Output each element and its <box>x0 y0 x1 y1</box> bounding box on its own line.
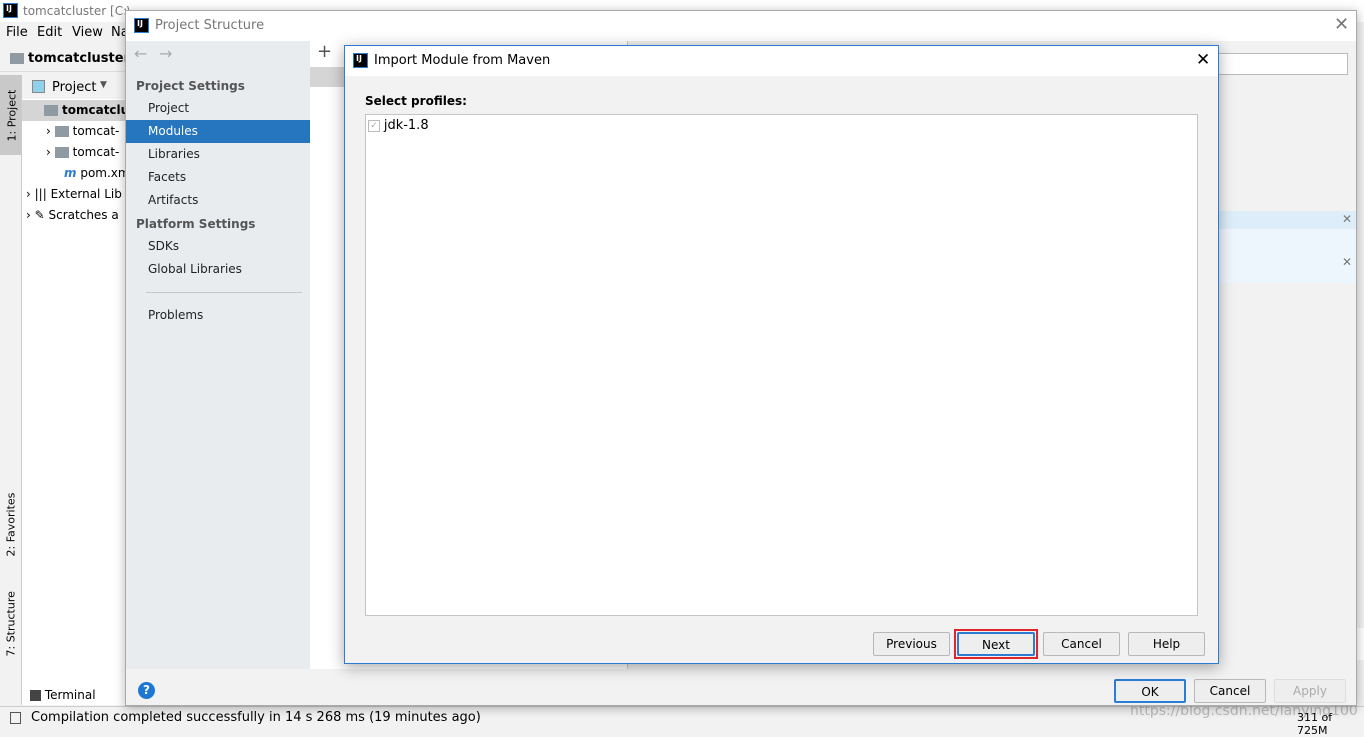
menu-edit[interactable]: Edit <box>37 25 62 40</box>
tree-item-scratches[interactable]: › ✎ Scratches a <box>26 205 119 226</box>
scratches-icon: ✎ <box>34 208 45 222</box>
chevron-down-icon: ▼ <box>100 80 107 90</box>
tree-item-module-1[interactable]: › tomcat- <box>46 121 119 142</box>
tool-window-favorites[interactable]: 2: Favorites <box>5 487 18 557</box>
breadcrumb[interactable]: tomcatcluster <box>28 51 130 66</box>
select-profiles-label: Select profiles: <box>365 94 467 108</box>
sidebar-item-project[interactable]: Project <box>126 97 310 120</box>
maven-dialog-title-bar: IJ Import Module from Maven ✕ <box>345 46 1218 76</box>
sidebar-item-sdks[interactable]: SDKs <box>126 235 310 258</box>
platform-settings-header: Platform Settings <box>136 217 256 231</box>
remove-icon[interactable]: ✕ <box>1342 255 1352 269</box>
menu-file[interactable]: File <box>6 25 28 40</box>
previous-button[interactable]: Previous <box>873 632 950 656</box>
terminal-icon <box>30 690 41 701</box>
import-maven-dialog: IJ Import Module from Maven ✕ Select pro… <box>344 45 1219 664</box>
tree-item-module-2[interactable]: › tomcat- <box>46 142 119 163</box>
dialog-title: Project Structure <box>155 18 265 33</box>
dialog-bottom-bar: ? OK Cancel Apply <box>126 669 1356 705</box>
sidebar-item-facets[interactable]: Facets <box>126 166 310 189</box>
library-icon: ||| <box>34 187 47 201</box>
sidebar-item-problems[interactable]: Problems <box>126 304 310 327</box>
maven-dialog-title: Import Module from Maven <box>374 53 551 68</box>
apply-button[interactable]: Apply <box>1274 679 1346 703</box>
tree-item-root[interactable]: tomcatclus <box>22 100 136 121</box>
project-panel: Project ▼ tomcatclus › tomcat- › tomcat-… <box>22 75 136 705</box>
add-icon[interactable]: + <box>317 41 332 62</box>
sidebar-item-global-libraries[interactable]: Global Libraries <box>126 258 310 281</box>
intellij-logo-icon: IJ <box>353 53 368 68</box>
navigation-bar: tomcatcluster <box>0 46 130 72</box>
profile-item[interactable]: ✓ jdk-1.8 <box>368 118 429 133</box>
help-icon[interactable]: ? <box>138 682 155 699</box>
module-detail-panel <box>1216 53 1348 75</box>
profile-checkbox[interactable]: ✓ <box>368 119 380 132</box>
status-icon <box>10 712 21 724</box>
remove-icon[interactable]: ✕ <box>1342 212 1352 226</box>
close-icon[interactable]: ✕ <box>1196 50 1210 70</box>
folder-icon <box>10 53 24 64</box>
back-icon[interactable]: ← <box>134 44 147 63</box>
help-button[interactable]: Help <box>1128 632 1205 656</box>
settings-sidebar: ← → Project Settings Project Modules Lib… <box>126 41 310 669</box>
dialog-title-bar: IJ Project Structure ✕ <box>126 11 1356 41</box>
sidebar-item-artifacts[interactable]: Artifacts <box>126 189 310 212</box>
intellij-logo-icon: IJ <box>134 18 149 33</box>
next-button[interactable]: Next <box>957 632 1035 656</box>
left-tool-strip: 1: Project 2: Favorites 7: Structure <box>0 75 22 705</box>
project-view-selector[interactable]: Project ▼ <box>22 75 125 99</box>
profiles-list: ✓ jdk-1.8 <box>365 114 1198 616</box>
forward-icon[interactable]: → <box>159 44 172 63</box>
status-message[interactable]: Compilation completed successfully in 14… <box>31 710 481 725</box>
sidebar-item-libraries[interactable]: Libraries <box>126 143 310 166</box>
tool-window-project[interactable]: 1: Project <box>0 75 21 155</box>
memory-indicator[interactable]: 311 of 725M <box>1297 711 1364 737</box>
tree-item-external-libraries[interactable]: › ||| External Lib <box>26 184 122 205</box>
cancel-button[interactable]: Cancel <box>1043 632 1120 656</box>
divider <box>146 292 302 293</box>
status-bar: Compilation completed successfully in 14… <box>0 703 1364 737</box>
cancel-button[interactable]: Cancel <box>1194 679 1266 703</box>
project-settings-header: Project Settings <box>136 79 245 93</box>
sidebar-item-modules[interactable]: Modules <box>126 120 310 143</box>
terminal-tab[interactable]: Terminal <box>30 688 96 702</box>
intellij-logo-icon: IJ <box>3 3 18 18</box>
tree-item-pom[interactable]: m pom.xm <box>64 163 130 184</box>
close-icon[interactable]: ✕ <box>1334 14 1349 35</box>
menu-view[interactable]: View <box>72 25 103 40</box>
project-view-icon <box>32 80 45 93</box>
ok-button[interactable]: OK <box>1114 679 1186 703</box>
tool-window-structure[interactable]: 7: Structure <box>5 587 18 656</box>
